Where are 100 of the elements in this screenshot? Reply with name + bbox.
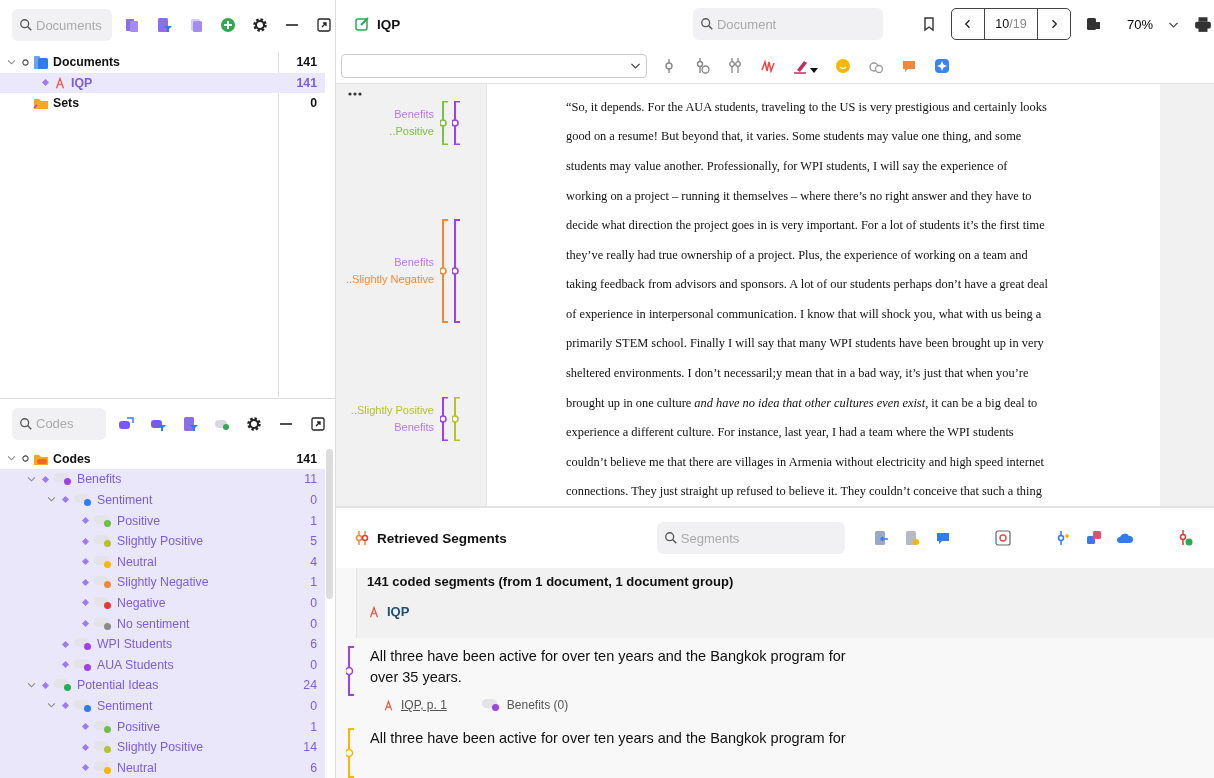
print-icon[interactable] <box>1194 15 1212 34</box>
tree-item[interactable]: Positive 1 <box>0 716 325 737</box>
code-label[interactable]: ..Slightly Negative <box>345 271 434 289</box>
summary-text: 141 coded segments (from 1 document, 1 document group) <box>367 574 735 589</box>
tree-item[interactable]: AUA Students 0 <box>0 654 325 676</box>
search-field[interactable]: Segments <box>656 522 845 554</box>
tree-item[interactable]: Sentiment 0 <box>0 489 325 511</box>
count: 5 <box>310 534 317 549</box>
tree-label: Slightly Negative <box>117 575 209 590</box>
comment-icon[interactable] <box>934 530 951 546</box>
document-arrow-icon[interactable] <box>872 530 889 546</box>
search-field[interactable]: Codes <box>12 407 106 440</box>
document-star-icon[interactable] <box>903 530 920 546</box>
text-line: decide what direction the project goes in is very important. For a lot of students it’s the first time <box>566 217 1046 235</box>
tree-item[interactable]: Slightly Positive 5 <box>0 530 325 552</box>
caret-icon[interactable] <box>810 67 818 74</box>
zoom-dropdown[interactable]: 70% <box>1126 16 1153 32</box>
text-line: good on a resume! But beyond that, it varies. Some students may value one thing, and some <box>566 128 1023 146</box>
diamond-icon <box>62 496 69 504</box>
pdf-icon <box>367 604 381 619</box>
diamond-icon <box>42 475 49 483</box>
code-pin-icon[interactable] <box>727 57 743 74</box>
settings-icon[interactable] <box>252 17 268 33</box>
tree-item[interactable]: Sets 0 <box>0 93 325 114</box>
count: 0 <box>310 96 317 111</box>
filter-icon[interactable] <box>156 17 172 33</box>
text-line: taking feedback from advisors and sponsors. A lot of our students perhaps don’t have a great deal <box>566 276 1049 294</box>
tree-item[interactable]: IQP 141 <box>0 72 325 94</box>
tree-item[interactable]: Benefits 11 <box>0 469 325 490</box>
text-line: working on a project – running it themselves – where there’s no right answer and they have to <box>566 187 1033 205</box>
documents-icon[interactable] <box>124 17 140 33</box>
tree-label: Sentiment <box>97 698 153 713</box>
diamond-icon <box>82 578 89 586</box>
document-name[interactable]: IQP <box>387 604 410 619</box>
new-code-icon[interactable] <box>118 415 134 432</box>
text-line: sheltered environments. I don’t necessaril;y mean that in a bad way, it’s just that when you’re <box>566 365 1030 383</box>
tree-item[interactable]: Sentiment 0 <box>0 695 325 717</box>
code-bracket[interactable] <box>440 219 450 324</box>
code-bracket[interactable] <box>440 396 450 441</box>
tree-label: AUA Students <box>97 657 174 672</box>
code-bracket[interactable] <box>440 100 450 145</box>
text-line: brought up in one culture and have no idea that other cultures even exist, it can be a big deal to <box>566 394 1039 412</box>
search-field[interactable]: Document <box>692 8 883 41</box>
tree-label: Neutral <box>117 760 157 775</box>
source-link[interactable]: IQP, p. 1 <box>401 698 447 712</box>
tree-item[interactable]: Positive 1 <box>0 510 325 531</box>
code-bracket[interactable] <box>452 219 462 324</box>
sparkle-icon[interactable] <box>934 57 950 74</box>
tree-label: Negative <box>117 595 166 610</box>
diamond-icon <box>82 723 89 730</box>
circle-icon <box>22 455 29 463</box>
tree-item[interactable]: Documents 141 <box>0 52 325 73</box>
code-bracket[interactable] <box>452 100 462 145</box>
tree-item[interactable]: Slightly Positive 14 <box>0 736 325 758</box>
settings-icon[interactable] <box>246 415 262 432</box>
tree-item[interactable]: Slightly Negative 1 <box>0 572 325 593</box>
text-line: of experience in interpersonal communication. I know that will shock you, what with us being a <box>566 305 1043 323</box>
pdf-icon <box>382 698 395 712</box>
tree-label: WPI Students <box>97 637 173 652</box>
code-label[interactable]: Benefits <box>394 418 434 436</box>
export-icon[interactable] <box>1084 16 1101 33</box>
tree-label: Slightly Positive <box>117 740 204 755</box>
tree-label: Neutral <box>117 554 157 569</box>
code-name: Benefits (0) <box>506 698 569 712</box>
count: 1 <box>310 575 317 590</box>
tree-item[interactable]: No sentiment 0 <box>0 613 325 634</box>
tree-item[interactable]: Neutral 4 <box>0 551 325 573</box>
count: 141 <box>296 75 317 90</box>
count: 1 <box>310 719 317 734</box>
search-field[interactable]: Documents <box>12 9 112 41</box>
text-line: connections. They just straight up refused to believe it. They couldn’t conceive that such a thing <box>566 483 1043 501</box>
filter-icon[interactable] <box>182 415 198 432</box>
scrollbar[interactable] <box>326 448 333 599</box>
diamond-icon <box>82 537 89 545</box>
tree-item[interactable]: Neutral 6 <box>0 757 325 778</box>
tree-item[interactable]: Potential Ideas 24 <box>0 675 325 696</box>
count: 11 <box>304 472 317 487</box>
more-icon[interactable] <box>348 91 362 96</box>
code-label[interactable]: Benefits <box>394 105 434 123</box>
tree-item[interactable]: Negative 0 <box>0 592 325 614</box>
edit-icon[interactable] <box>354 16 370 33</box>
code-pin-icon[interactable] <box>694 57 710 74</box>
code-label[interactable]: Benefits <box>394 254 434 272</box>
tree-label: Sentiment <box>97 493 153 507</box>
document-icon[interactable] <box>188 17 204 33</box>
frame-icon[interactable] <box>994 530 1011 546</box>
count: 24 <box>303 678 317 693</box>
diamond-icon <box>42 681 49 689</box>
count: 1 <box>310 513 317 528</box>
add-icon[interactable] <box>220 17 236 33</box>
expand-icon[interactable] <box>310 415 326 432</box>
count: 141 <box>296 451 317 466</box>
tree-item[interactable]: Codes 141 <box>0 448 325 470</box>
squares-icon[interactable] <box>1085 530 1102 546</box>
diamond-icon <box>82 517 89 525</box>
tree-item[interactable]: WPI Students 6 <box>0 633 325 655</box>
document-title: IQP <box>377 16 401 32</box>
count: 14 <box>303 740 317 755</box>
expand-icon[interactable] <box>316 17 332 33</box>
diamond-icon <box>62 661 69 669</box>
